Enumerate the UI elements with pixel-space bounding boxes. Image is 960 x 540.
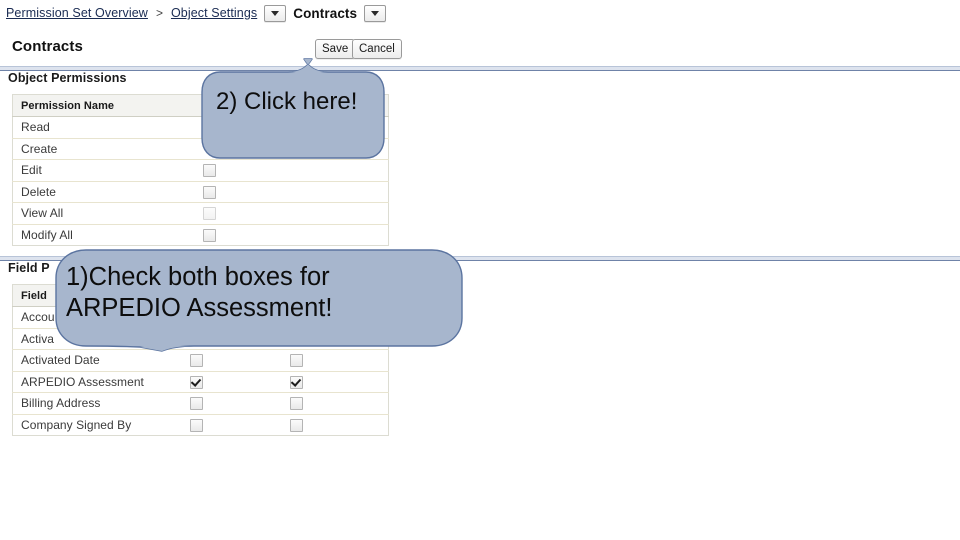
field-checkbox-cell [287, 392, 389, 415]
callout-click-here: 2) Click here! [200, 58, 386, 160]
permission-checkbox-cell [294, 159, 389, 182]
field-checkbox-cell [287, 349, 389, 372]
checkbox-modify-all[interactable] [202, 228, 216, 242]
permission-name-cell: Read [12, 116, 201, 139]
chevron-down-icon [271, 10, 280, 16]
breadcrumb-link-object-settings[interactable]: Object Settings [171, 6, 257, 20]
breadcrumb: Permission Set Overview > Object Setting… [6, 2, 387, 24]
breadcrumb-separator: > [155, 6, 163, 20]
permission-name-cell: Create [12, 138, 201, 160]
permission-checkbox-cell [295, 224, 389, 246]
table-row: View All [12, 202, 389, 225]
column-header-permission-name: Permission Name [12, 94, 201, 117]
permission-checkbox-cell [201, 224, 295, 246]
table-row: Billing Address [12, 392, 389, 415]
checkbox-billing-address-read[interactable] [189, 397, 203, 411]
object-permissions-heading: Object Permissions [8, 71, 127, 85]
table-row: ARPEDIO Assessment [12, 371, 389, 393]
field-name-cell: Activated Date [12, 349, 188, 372]
object-settings-dropdown-button[interactable] [264, 4, 287, 22]
checkbox-arpedio-assessment-read[interactable] [189, 375, 203, 389]
checkbox-activated-date-edit[interactable] [289, 354, 303, 368]
field-checkbox-cell [187, 349, 288, 372]
checkbox-arpedio-assessment-edit[interactable] [289, 375, 303, 389]
permission-name-cell: Modify All [21, 227, 73, 242]
field-name-cell: Billing Address [12, 392, 188, 415]
page-title: Contracts [12, 38, 83, 55]
save-button[interactable]: Save [315, 39, 356, 59]
permission-name-cell: Delete [12, 181, 201, 203]
checkbox-company-signed-by-edit[interactable] [289, 418, 303, 432]
permission-checkbox-cell [200, 181, 295, 203]
permission-checkbox-cell [200, 159, 295, 182]
checkbox-billing-address-edit[interactable] [289, 397, 303, 411]
permission-checkbox-cell [200, 202, 295, 225]
field-checkbox-cell [287, 371, 389, 393]
field-checkbox-cell [187, 371, 288, 393]
chevron-down-icon [371, 10, 380, 16]
field-checkbox-cell [187, 392, 288, 415]
checkbox-activated-date-read[interactable] [189, 354, 203, 368]
cancel-button[interactable]: Cancel [352, 39, 402, 59]
checkbox-view-all[interactable] [202, 207, 216, 221]
slide-canvas: Permission Set Overview > Object Setting… [0, 0, 960, 540]
checkbox-company-signed-by-read[interactable] [189, 418, 203, 432]
permission-name-cell: Edit [12, 159, 201, 182]
object-permissions-divider [0, 66, 960, 71]
page-header: Contracts Save Cancel [0, 38, 960, 62]
permission-name-cell: View All [12, 202, 201, 225]
table-row: Delete [12, 181, 389, 203]
permission-checkbox-cell [294, 181, 389, 203]
field-name-cell: Company Signed By [21, 417, 132, 432]
callout-check-boxes: 1)Check both boxes for ARPEDIO Assessmen… [54, 248, 464, 352]
breadcrumb-link-permission-set-overview[interactable]: Permission Set Overview [6, 6, 148, 20]
field-checkbox-cell [288, 414, 389, 436]
field-name-cell: ARPEDIO Assessment [12, 371, 188, 393]
checkbox-edit[interactable] [202, 164, 216, 178]
breadcrumb-current-contracts: Contracts [293, 5, 358, 21]
table-row: Company Signed By [13, 414, 389, 436]
permission-checkbox-cell [294, 202, 389, 225]
table-row: Activated Date [12, 349, 389, 372]
callout-bubble-shape [55, 249, 463, 352]
table-row: Modify All [13, 224, 389, 246]
field-permissions-heading: Field P [8, 261, 50, 275]
contracts-dropdown-button[interactable] [364, 4, 387, 22]
callout-bubble-shape [201, 58, 385, 159]
table-row: Edit [12, 159, 389, 182]
field-checkbox-cell [188, 414, 288, 436]
checkbox-delete[interactable] [202, 185, 216, 199]
